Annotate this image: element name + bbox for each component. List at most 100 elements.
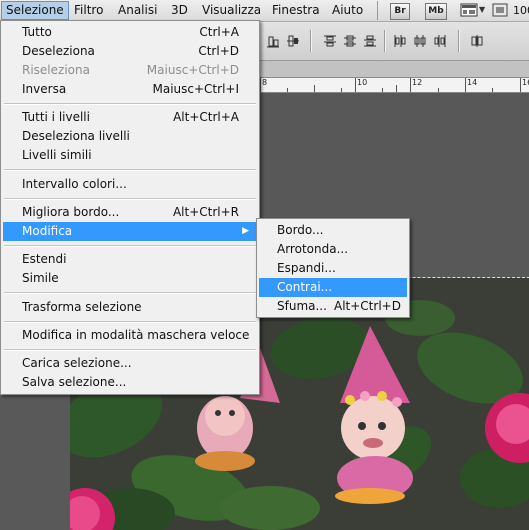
menu-item-estendi[interactable]: Estendi	[3, 250, 257, 269]
menu-item-livelli-simili[interactable]: Livelli simili	[3, 146, 257, 165]
distribute-left-icon[interactable]	[393, 34, 407, 48]
menu-item-label: Migliora bordo...	[22, 204, 120, 219]
zoom-level[interactable]: 100	[509, 2, 529, 19]
align-bottom-icon[interactable]	[266, 34, 280, 48]
chevron-right-icon: ▶	[242, 225, 249, 236]
menu-aiuto[interactable]: Aiuto	[328, 2, 367, 19]
menu-item-migliora-bordo[interactable]: Migliora bordo... Alt+Ctrl+R	[3, 203, 257, 222]
menu-item-simile[interactable]: Simile	[3, 269, 257, 288]
ruler-tick	[492, 88, 493, 92]
separator	[384, 30, 386, 52]
menu-item-label: Modifica in modalità maschera veloce	[22, 327, 250, 342]
modify-submenu: Bordo... Arrotonda... Espandi... Contrai...…	[256, 218, 410, 318]
menu-separator	[4, 197, 256, 200]
horizontal-ruler: 8 10 12 14 16	[258, 78, 529, 93]
submenu-item-sfuma[interactable]: Sfuma... Alt+Ctrl+D	[259, 297, 407, 316]
menu-item-label: Simile	[22, 271, 59, 286]
menu-item-tutti-i-livelli[interactable]: Tutti i livelli Alt+Ctrl+A	[3, 108, 257, 127]
submenu-item-arrotonda[interactable]: Arrotonda...	[259, 240, 407, 259]
menu-separator	[4, 169, 256, 172]
menu-item-carica-selezione[interactable]: Carica selezione...	[3, 354, 257, 373]
distribute-center-icon[interactable]	[343, 34, 357, 48]
menu-item-label: Salva selezione...	[22, 375, 127, 390]
mini-bridge-button[interactable]: Mb	[425, 3, 447, 20]
distribute-top-icon[interactable]	[323, 34, 337, 48]
ruler-tick	[355, 78, 356, 92]
menu-separator	[4, 320, 256, 323]
ruler-tick	[287, 88, 288, 92]
submenu-item-shortcut: Alt+Ctrl+D	[334, 299, 401, 313]
separator	[458, 30, 460, 52]
ruler-tick	[438, 88, 439, 92]
menu-item-intervallo-colori[interactable]: Intervallo colori...	[3, 175, 257, 194]
menu-item-deseleziona-livelli[interactable]: Deseleziona livelli	[3, 127, 257, 146]
menu-item-modifica[interactable]: Modifica ▶	[3, 221, 257, 241]
separator	[310, 30, 312, 52]
distribute-right-icon[interactable]	[433, 34, 447, 48]
ruler-tick	[465, 78, 466, 92]
submenu-item-label: Espandi...	[277, 261, 336, 275]
menu-item-salva-selezione[interactable]: Salva selezione...	[3, 373, 257, 392]
distribute-horizontal-center-icon[interactable]	[413, 34, 427, 48]
menu-item-label: Estendi	[22, 252, 67, 267]
menu-item-label: Carica selezione...	[22, 356, 132, 371]
menu-item-label: Modifica	[22, 223, 73, 238]
menubar-divider	[377, 1, 378, 20]
ruler-label: 10	[357, 78, 368, 87]
menu-item-modifica-in-modalita-maschera-veloce[interactable]: Modifica in modalità maschera veloce	[3, 326, 257, 345]
ruler-label: 8	[262, 78, 268, 87]
menu-item-shortcut: Alt+Ctrl+A	[173, 110, 239, 125]
auto-align-icon[interactable]	[470, 34, 484, 48]
bridge-button[interactable]: Br	[390, 3, 410, 20]
menu-item-trasforma-selezione[interactable]: Trasforma selezione	[3, 298, 257, 317]
align-vertical-center-icon[interactable]	[286, 34, 300, 48]
ruler-label: 12	[412, 78, 423, 87]
menu-item-shortcut: Alt+Ctrl+R	[172, 204, 239, 219]
menu-3d[interactable]: 3D	[167, 2, 192, 19]
ruler-tick	[314, 85, 315, 92]
menu-analisi[interactable]: Analisi	[114, 2, 161, 19]
submenu-item-espandi[interactable]: Espandi...	[259, 259, 407, 278]
ruler-tick	[382, 88, 383, 92]
menu-item-label: Intervallo colori...	[22, 176, 127, 191]
distribute-bottom-icon[interactable]	[363, 34, 377, 48]
menu-separator	[4, 348, 256, 351]
menu-item-label: Livelli simili	[22, 148, 92, 163]
submenu-item-contrai[interactable]: Contrai...	[259, 278, 407, 297]
menu-item-tutto[interactable]: Tutto Ctrl+A	[3, 23, 257, 42]
menu-filtro[interactable]: Filtro	[70, 2, 107, 19]
view-extras-icon[interactable]	[460, 3, 478, 17]
menu-item-shortcut: Maiusc+Ctrl+D	[146, 63, 239, 77]
menu-item-label: Trasforma selezione	[22, 299, 142, 314]
menu-finestra[interactable]: Finestra	[268, 2, 324, 19]
menu-separator	[4, 292, 256, 295]
ruler-tick	[341, 88, 342, 92]
ruler-tick	[260, 78, 261, 92]
document-tab[interactable]	[258, 61, 529, 78]
menu-visualizza[interactable]: Visualizza	[198, 2, 265, 19]
menu-item-shortcut: Ctrl+D	[198, 44, 239, 58]
menu-item-inversa[interactable]: Inversa Maiusc+Ctrl+I	[3, 80, 257, 99]
menu-item-shortcut: Ctrl+A	[199, 25, 239, 39]
submenu-item-bordo[interactable]: Bordo...	[259, 221, 407, 240]
menu-separator	[4, 244, 256, 247]
menu-item-riseleziona[interactable]: Riseleziona Maiusc+Ctrl+D	[3, 61, 257, 80]
zoom-icon[interactable]	[492, 2, 509, 18]
menu-bar: Selezione Filtro Analisi 3D Visualizza F…	[0, 0, 529, 22]
ruler-tick	[520, 78, 521, 92]
menu-item-label: Tutto	[22, 25, 52, 39]
chevron-down-icon[interactable]: ▼	[479, 5, 485, 14]
ruler-tick	[410, 78, 411, 92]
ruler-label: 14	[467, 78, 478, 87]
menu-item-label: Deseleziona livelli	[22, 129, 130, 144]
menu-separator	[4, 103, 256, 105]
menu-selezione[interactable]: Selezione	[1, 1, 69, 20]
menu-item-shortcut: Maiusc+Ctrl+I	[152, 82, 240, 96]
menu-item-label: Deseleziona	[22, 44, 95, 58]
selection-menu: Tutto Ctrl+A Deseleziona Ctrl+D Riseleziona M…	[0, 20, 260, 395]
menu-item-label: Tutti i livelli	[22, 110, 90, 125]
menu-item-deseleziona[interactable]: Deseleziona Ctrl+D	[3, 42, 257, 61]
submenu-item-label: Sfuma...	[277, 299, 327, 313]
ruler-tick	[396, 85, 397, 92]
submenu-item-label: Contrai...	[277, 280, 333, 294]
